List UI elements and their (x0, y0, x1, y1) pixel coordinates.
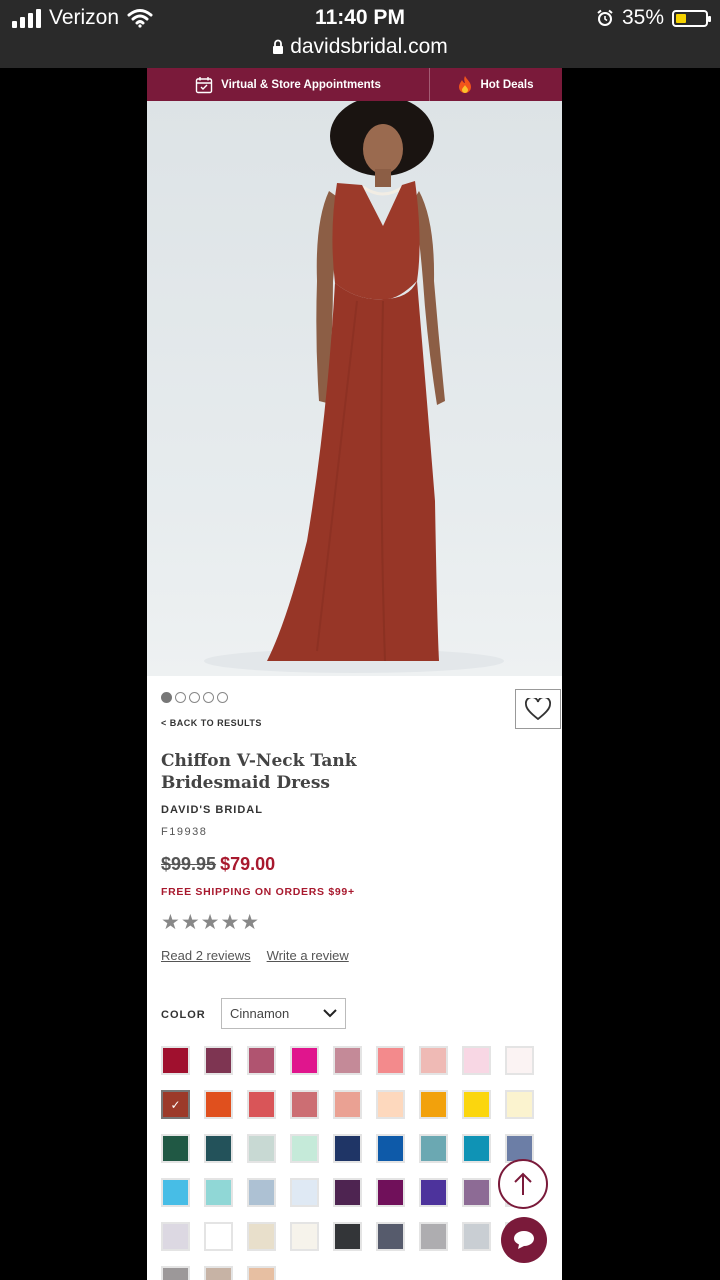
color-swatch[interactable] (161, 1134, 190, 1163)
pagination-dot[interactable] (189, 692, 200, 703)
heart-icon (525, 698, 551, 720)
color-swatch[interactable] (376, 1222, 405, 1251)
color-swatch[interactable] (505, 1090, 534, 1119)
arrow-up-icon (514, 1172, 532, 1195)
product-sku: F19938 (161, 826, 208, 838)
color-swatch[interactable] (462, 1090, 491, 1119)
product-brand: DAVID'S BRIDAL (161, 804, 263, 816)
color-swatch[interactable] (290, 1046, 319, 1075)
battery-percent: 35% (621, 6, 664, 29)
price-block: $99.95 $79.00 (161, 854, 275, 875)
color-swatch[interactable] (333, 1178, 362, 1207)
original-price: $99.95 (161, 854, 217, 874)
color-swatch[interactable] (333, 1090, 362, 1119)
alarm-icon (597, 9, 613, 26)
write-review-link[interactable]: Write a review (267, 948, 349, 963)
chat-button[interactable] (501, 1217, 547, 1263)
url-text: davidsbridal.com (290, 35, 448, 58)
color-swatch[interactable] (333, 1046, 362, 1075)
fire-icon (459, 75, 472, 93)
wishlist-button[interactable] (515, 689, 561, 729)
color-swatch[interactable] (333, 1222, 362, 1251)
hot-deals-label: Hot Deals (480, 78, 534, 91)
product-image[interactable] (147, 101, 562, 676)
color-swatch[interactable] (161, 1046, 190, 1075)
color-swatch[interactable] (376, 1090, 405, 1119)
color-label: COLOR (161, 1009, 206, 1021)
pagination-dot[interactable] (161, 692, 172, 703)
color-swatch[interactable] (204, 1266, 233, 1280)
color-swatch[interactable] (419, 1090, 448, 1119)
status-bar: Verizon 11:40 PM 35% davidsbridal.com (0, 0, 720, 68)
address-bar[interactable]: davidsbridal.com (0, 35, 720, 59)
pagination-dot[interactable] (203, 692, 214, 703)
color-swatch[interactable] (462, 1046, 491, 1075)
back-to-top-button[interactable] (498, 1159, 548, 1209)
hot-deals-link[interactable]: Hot Deals (430, 68, 562, 101)
promo-bar: Virtual & Store Appointments Hot Deals (147, 68, 562, 101)
sale-price: $79.00 (220, 854, 276, 874)
rating-stars[interactable]: ★★★★★ (161, 910, 260, 935)
color-swatch[interactable]: ✓ (161, 1090, 190, 1119)
color-swatch[interactable] (462, 1178, 491, 1207)
product-title: Chiffon V-Neck Tank Bridesmaid Dress (161, 751, 357, 793)
chat-icon (514, 1231, 534, 1249)
color-swatch[interactable] (204, 1134, 233, 1163)
color-swatch[interactable] (290, 1222, 319, 1251)
color-swatch[interactable] (204, 1046, 233, 1075)
color-swatch[interactable] (204, 1222, 233, 1251)
read-reviews-link[interactable]: Read 2 reviews (161, 948, 251, 963)
color-swatch[interactable] (290, 1134, 319, 1163)
color-swatch[interactable] (247, 1046, 276, 1075)
color-swatch[interactable] (376, 1046, 405, 1075)
color-select-value: Cinnamon (230, 1006, 290, 1021)
pagination-dot[interactable] (217, 692, 228, 703)
color-select[interactable]: Cinnamon (221, 998, 346, 1029)
dress-model-image (204, 101, 504, 673)
color-swatch[interactable] (419, 1178, 448, 1207)
color-swatch[interactable] (247, 1090, 276, 1119)
color-swatch[interactable] (376, 1178, 405, 1207)
color-swatch[interactable] (247, 1222, 276, 1251)
shipping-note: FREE SHIPPING ON ORDERS $99+ (161, 886, 355, 898)
review-links: Read 2 reviews Write a review (161, 948, 349, 963)
color-swatch[interactable] (419, 1134, 448, 1163)
color-swatch[interactable] (333, 1134, 362, 1163)
appointments-label: Virtual & Store Appointments (221, 78, 381, 91)
color-swatch[interactable] (204, 1178, 233, 1207)
color-swatch[interactable] (376, 1134, 405, 1163)
pagination-dot[interactable] (175, 692, 186, 703)
color-swatch[interactable] (419, 1222, 448, 1251)
color-swatch[interactable] (247, 1266, 276, 1280)
color-swatch[interactable] (462, 1222, 491, 1251)
color-swatch[interactable] (290, 1090, 319, 1119)
color-swatch[interactable] (247, 1178, 276, 1207)
color-swatch[interactable] (419, 1046, 448, 1075)
chevron-down-icon (323, 1009, 337, 1018)
back-to-results-link[interactable]: < BACK TO RESULTS (161, 718, 262, 728)
appointments-link[interactable]: Virtual & Store Appointments (147, 68, 430, 101)
color-swatch[interactable] (462, 1134, 491, 1163)
product-page: Virtual & Store Appointments Hot Deals <… (147, 68, 562, 1280)
color-swatch[interactable] (505, 1046, 534, 1075)
gallery-pagination[interactable] (161, 692, 228, 703)
lock-icon (273, 39, 284, 54)
calendar-icon (195, 76, 213, 93)
check-icon: ✓ (170, 1097, 181, 1112)
color-swatch[interactable] (161, 1266, 190, 1280)
status-right: 35% (596, 6, 711, 30)
color-swatch[interactable] (161, 1178, 190, 1207)
color-swatch[interactable] (204, 1090, 233, 1119)
color-swatch[interactable] (290, 1178, 319, 1207)
battery-icon (672, 9, 711, 27)
color-swatch[interactable] (161, 1222, 190, 1251)
color-swatch[interactable] (247, 1134, 276, 1163)
